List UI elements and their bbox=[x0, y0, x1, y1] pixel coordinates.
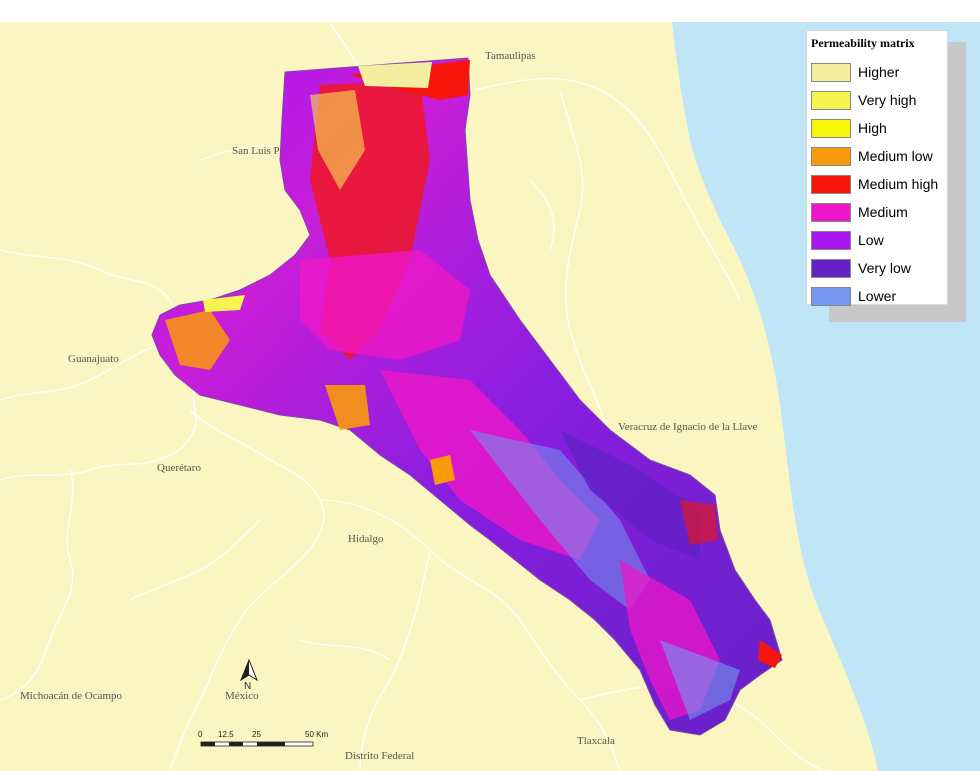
state-label-veracruz: Veracruz de Ignacio de la Llave bbox=[618, 421, 758, 433]
legend-label-medium: Medium bbox=[858, 204, 908, 220]
legend-title: Permeability matrix bbox=[811, 36, 915, 50]
legend-label-very-low: Very low bbox=[858, 260, 911, 276]
north-arrow: N bbox=[238, 658, 260, 698]
legend-swatch-medium bbox=[811, 203, 851, 222]
legend-item-very-low: Very low bbox=[811, 259, 951, 279]
legend-swatch-low bbox=[811, 231, 851, 250]
legend-swatch-very-high bbox=[811, 91, 851, 110]
scale-bar: 0 12.5 25 50 Km bbox=[195, 726, 355, 756]
scale-bar-graphic bbox=[200, 741, 314, 747]
legend-swatch-higher bbox=[811, 63, 851, 82]
legend-item-medium: Medium bbox=[811, 203, 951, 223]
legend-label-lower: Lower bbox=[858, 288, 897, 304]
legend-label-high: High bbox=[858, 120, 887, 136]
legend-swatch-lower bbox=[811, 287, 851, 306]
state-label-tamaulipas: Tamaulipas bbox=[485, 50, 536, 62]
legend-swatch-medium-low bbox=[811, 147, 851, 166]
state-label-san-luis-potosi: San Luis P bbox=[232, 145, 280, 157]
north-arrow-icon bbox=[239, 658, 259, 682]
legend-item-higher: Higher bbox=[811, 63, 951, 83]
state-label-guanajuato: Guanajuato bbox=[68, 353, 119, 365]
legend-item-low: Low bbox=[811, 231, 951, 251]
legend-item-medium-high: Medium high bbox=[811, 175, 951, 195]
state-label-michoacan: Michoacán de Ocampo bbox=[20, 690, 123, 702]
legend-swatch-high bbox=[811, 119, 851, 138]
state-label-queretaro: Querétaro bbox=[157, 462, 201, 474]
legend-item-lower: Lower bbox=[811, 287, 951, 307]
legend-item-high: High bbox=[811, 119, 951, 139]
state-label-distrito-federal: Distrito Federal bbox=[345, 750, 415, 762]
legend-label-very-high: Very high bbox=[858, 92, 917, 108]
north-letter: N bbox=[244, 681, 252, 692]
legend: Permeability matrix Higher Very high Hig… bbox=[806, 30, 951, 307]
state-label-hidalgo: Hidalgo bbox=[348, 533, 384, 545]
state-label-tlaxcala: Tlaxcala bbox=[577, 735, 615, 747]
legend-label-higher: Higher bbox=[858, 64, 900, 80]
legend-label-medium-high: Medium high bbox=[858, 176, 939, 192]
legend-label-low: Low bbox=[858, 232, 884, 248]
legend-item-medium-low: Medium low bbox=[811, 147, 951, 167]
legend-swatch-very-low bbox=[811, 259, 851, 278]
legend-item-very-high: Very high bbox=[811, 91, 951, 111]
legend-label-medium-low: Medium low bbox=[858, 148, 933, 164]
legend-swatch-medium-high bbox=[811, 175, 851, 194]
